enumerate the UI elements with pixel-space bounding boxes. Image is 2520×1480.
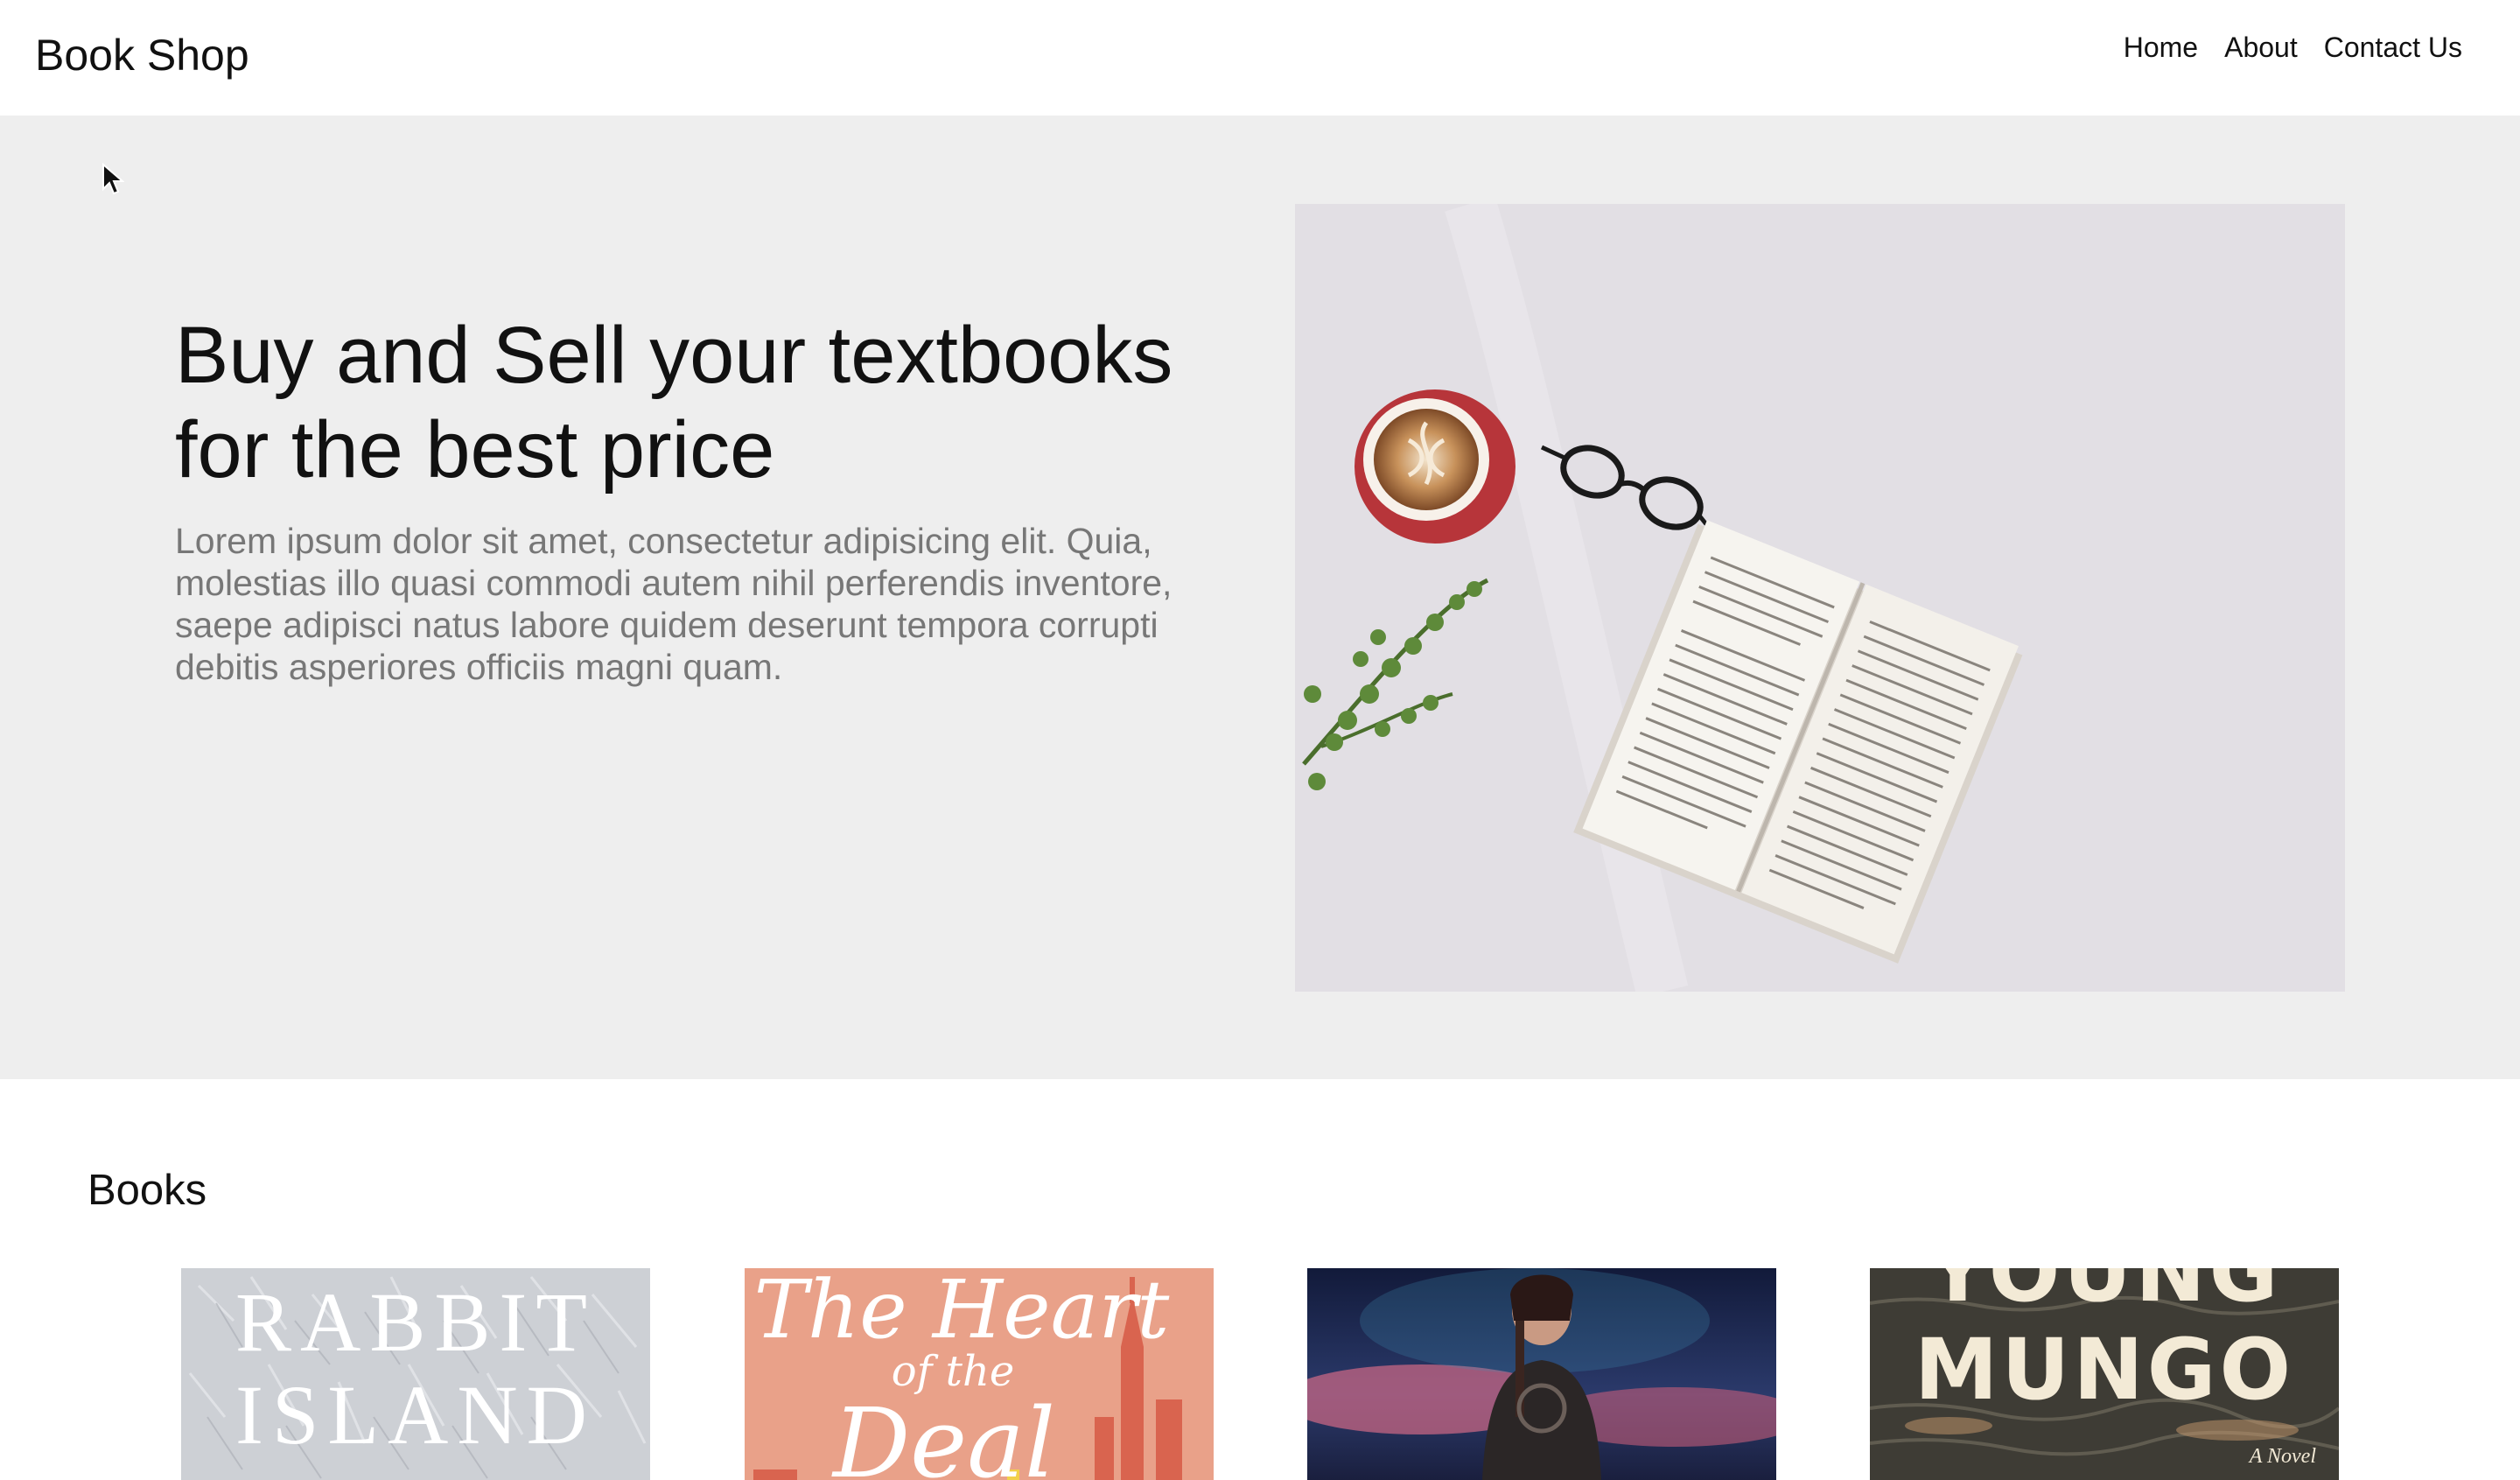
books-grid: RABBIT ISLAND The Heart of the Deal YOUN… (0, 1268, 2520, 1480)
book-title-line: The Heart (753, 1268, 1170, 1357)
book-card-rabbit-island[interactable]: RABBIT ISLAND (181, 1268, 650, 1480)
book-title-line: RABBIT (234, 1275, 597, 1369)
book-title-line: ISLAND (235, 1368, 596, 1462)
site-header: Book Shop Home About Contact Us (0, 0, 2520, 116)
open-book-coffee-icon (1295, 204, 2345, 992)
hero-text-block: Buy and Sell your textbooks for the best… (175, 308, 1225, 688)
hero-title: Buy and Sell your textbooks for the best… (175, 311, 1173, 495)
books-section-title: Books (88, 1167, 207, 1214)
portrait-cover-icon (1307, 1268, 1776, 1480)
book-card-heart-of-the-deal[interactable]: The Heart of the Deal (745, 1268, 1214, 1480)
mouse-cursor-icon (102, 163, 124, 195)
book-title-line: Deal (832, 1387, 1056, 1480)
book-subtitle-line: A Novel (2249, 1445, 2316, 1468)
nav-about-link[interactable]: About (2224, 26, 2298, 68)
hero-subtitle: Lorem ipsum dolor sit amet, consectetur … (175, 521, 1172, 687)
book-card-young-mungo[interactable]: YOUNG MUNGO A Novel (1870, 1268, 2339, 1480)
nav-home-link[interactable]: Home (2124, 26, 2198, 68)
book-title-line: YOUNG (1927, 1268, 2282, 1321)
book-card-space-portrait[interactable] (1307, 1268, 1776, 1480)
nav-contact-link[interactable]: Contact Us (2324, 26, 2462, 68)
hero-image (1295, 204, 2345, 992)
book-title-line: MUNGO (1914, 1321, 2295, 1419)
main-nav: Home About Contact Us (2124, 26, 2462, 68)
brand-logo-text[interactable]: Book Shop (35, 26, 249, 84)
